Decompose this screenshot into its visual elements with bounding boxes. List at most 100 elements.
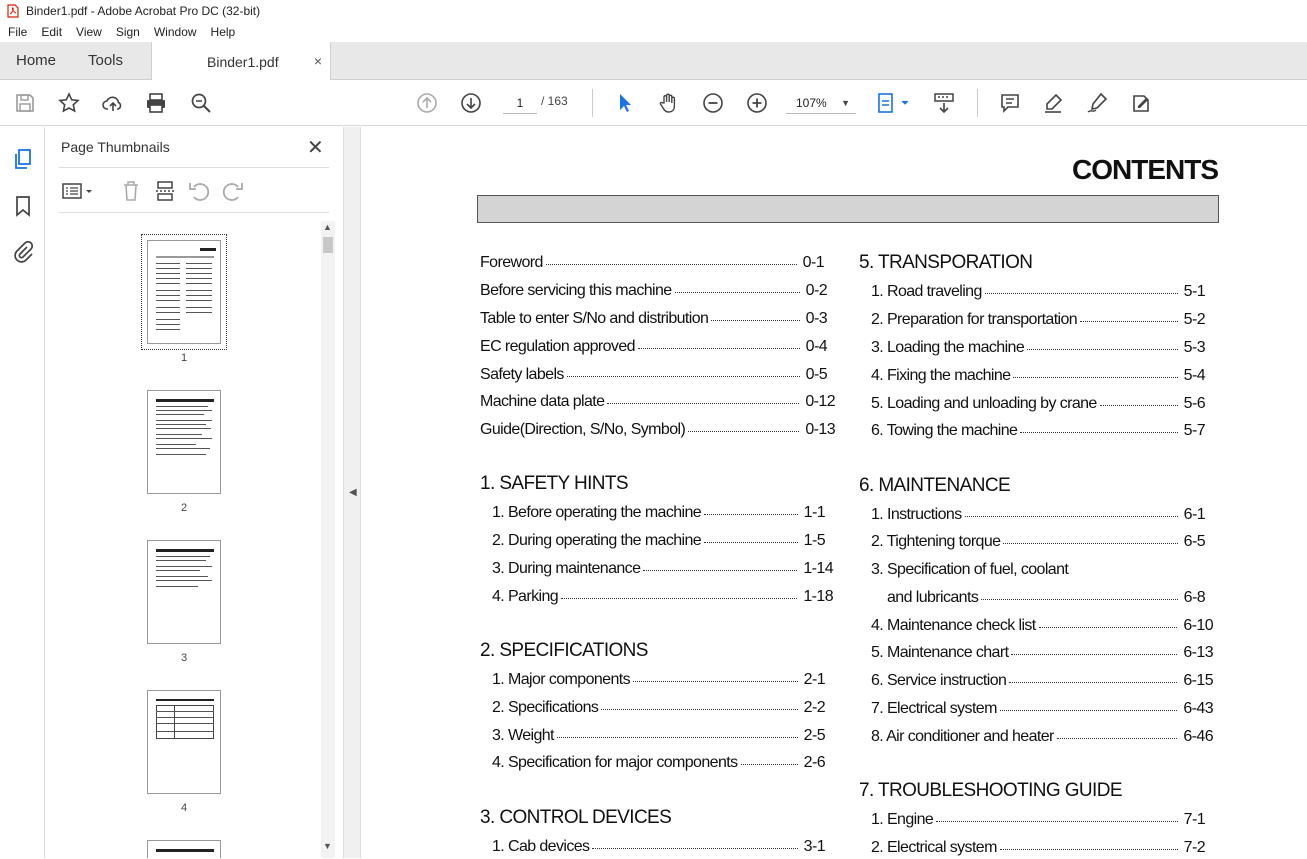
toc-entry[interactable]: and lubricants 6-8 bbox=[887, 587, 1206, 609]
sign-pen-icon[interactable] bbox=[1085, 91, 1109, 115]
scrollbar-thumb[interactable] bbox=[323, 237, 333, 253]
toc-entry[interactable]: 2. Tightening torque 6-5 bbox=[871, 531, 1206, 553]
toc-entry[interactable]: 1. Engine 7-1 bbox=[871, 809, 1206, 831]
toc-entry[interactable]: Foreword 0-1 bbox=[480, 252, 825, 274]
toc-leader bbox=[1009, 670, 1178, 683]
save-icon[interactable] bbox=[13, 91, 37, 115]
scrolling-mode-icon[interactable] bbox=[932, 91, 956, 115]
select-cursor-icon[interactable] bbox=[613, 91, 637, 115]
menu-sign[interactable]: Sign bbox=[108, 25, 146, 39]
toc-entry[interactable]: 3. During maintenance 1-14 bbox=[492, 558, 834, 580]
toc-entry[interactable]: 2. Specifications 2-2 bbox=[492, 697, 826, 719]
toc-entry[interactable]: 1. Before operating the machine 1-1 bbox=[492, 502, 826, 524]
page-thumbnail-1[interactable] bbox=[141, 234, 227, 350]
panel-close-button[interactable]: ✕ bbox=[307, 135, 324, 160]
bookmark-icon[interactable] bbox=[11, 194, 35, 218]
rotate-right-icon[interactable] bbox=[221, 179, 245, 203]
page-thumbnail-4[interactable] bbox=[147, 690, 221, 794]
collapse-panel-icon[interactable]: ◀ bbox=[349, 487, 357, 498]
thumbnail-options-icon[interactable] bbox=[61, 179, 97, 203]
page-thumbnails-icon[interactable] bbox=[11, 147, 35, 171]
toc-entry[interactable]: EC regulation approved 0-4 bbox=[480, 336, 828, 358]
toc-entry[interactable]: 3. Weight 2-5 bbox=[492, 725, 826, 747]
section-heading: 6. MAINTENANCE bbox=[859, 475, 1011, 496]
toc-title: Safety labels bbox=[480, 366, 564, 383]
heading-bar bbox=[477, 195, 1219, 223]
toc-title: 4. Parking bbox=[492, 588, 559, 605]
page-thumbnail-5[interactable] bbox=[147, 840, 221, 858]
toc-entry[interactable]: 2. Preparation for transportation 5-2 bbox=[871, 309, 1206, 331]
toc-leader bbox=[601, 697, 798, 710]
navigation-rail bbox=[0, 127, 45, 858]
scroll-down-icon[interactable]: ▼ bbox=[323, 841, 332, 851]
zoom-level-select[interactable]: 107% ▼ bbox=[786, 92, 856, 114]
toc-leader bbox=[1080, 309, 1178, 322]
tab-close-button[interactable]: × bbox=[314, 53, 322, 69]
zoom-search-icon[interactable] bbox=[189, 91, 213, 115]
toc-entry[interactable]: 4. Specification for major components 2-6 bbox=[492, 752, 826, 774]
rotate-left-icon[interactable] bbox=[187, 179, 211, 203]
toc-entry[interactable]: Machine data plate 0-12 bbox=[480, 391, 836, 413]
menu-file[interactable]: File bbox=[0, 25, 33, 39]
toc-entry[interactable]: 3. Loading the machine 5-3 bbox=[871, 337, 1206, 359]
upload-cloud-icon[interactable] bbox=[101, 91, 125, 115]
toc-entry[interactable]: 2. During operating the machine 1-5 bbox=[492, 530, 826, 552]
toc-entry[interactable]: 7. Electrical system 6-43 bbox=[871, 698, 1214, 720]
thumbnail-scrollbar[interactable]: ▲ ▼ bbox=[321, 221, 335, 858]
fill-sign-icon[interactable] bbox=[1129, 91, 1153, 115]
toc-entry[interactable]: 4. Maintenance check list 6-10 bbox=[871, 615, 1214, 637]
extract-pages-icon[interactable] bbox=[153, 179, 177, 203]
toc-page: 2-6 bbox=[803, 754, 826, 771]
tab-home[interactable]: Home bbox=[16, 42, 56, 80]
zoom-in-icon[interactable] bbox=[745, 91, 769, 115]
page-thumbnail-2[interactable] bbox=[147, 390, 221, 494]
toc-entry[interactable]: 5. Maintenance chart 6-13 bbox=[871, 642, 1214, 664]
tab-document-label: Binder1.pdf bbox=[207, 54, 279, 70]
toc-entry[interactable]: 6. Service instruction 6-15 bbox=[871, 670, 1214, 692]
toc-entry[interactable]: 1. Road traveling 5-1 bbox=[871, 281, 1206, 303]
toc-entry[interactable]: 2. Electrical system 7-2 bbox=[871, 837, 1206, 859]
section-heading: 5. TRANSPORATION bbox=[859, 252, 1033, 273]
toc-entry[interactable]: 6. Towing the machine 5-7 bbox=[871, 420, 1206, 442]
toc-entry[interactable]: 4. Fixing the machine 5-4 bbox=[871, 365, 1206, 387]
scroll-up-icon[interactable]: ▲ bbox=[323, 222, 332, 232]
toc-page: 0-13 bbox=[805, 421, 835, 438]
hand-tool-icon[interactable] bbox=[657, 91, 681, 115]
attachment-paperclip-icon[interactable] bbox=[11, 240, 35, 264]
toc-leader bbox=[592, 836, 798, 849]
toc-entry[interactable]: 1. Instructions 6-1 bbox=[871, 504, 1206, 526]
page-thumbnail-3[interactable] bbox=[147, 540, 221, 644]
toc-entry[interactable]: 8. Air conditioner and heater 6-46 bbox=[871, 726, 1214, 748]
toc-leader bbox=[1038, 615, 1178, 628]
tab-document[interactable]: Binder1.pdf × bbox=[151, 42, 331, 81]
toc-entry[interactable]: Guide(Direction, S/No, Symbol) 0-13 bbox=[480, 419, 836, 441]
menu-edit[interactable]: Edit bbox=[33, 25, 68, 39]
menu-window[interactable]: Window bbox=[146, 25, 203, 39]
menu-help[interactable]: Help bbox=[203, 25, 242, 39]
menu-view[interactable]: View bbox=[68, 25, 108, 39]
toc-page: 6-46 bbox=[1183, 728, 1213, 745]
toc-entry[interactable]: 3. Specification of fuel, coolant bbox=[871, 559, 1205, 581]
panel-splitter[interactable]: ◀ bbox=[343, 127, 361, 858]
toc-entry[interactable]: 1. Cab devices 3-1 bbox=[492, 836, 826, 858]
toc-entry[interactable]: Safety labels 0-5 bbox=[480, 364, 828, 386]
zoom-out-icon[interactable] bbox=[701, 91, 725, 115]
toc-title: Before servicing this machine bbox=[480, 282, 672, 299]
delete-trash-icon[interactable] bbox=[119, 179, 143, 203]
page-fit-icon[interactable] bbox=[876, 91, 912, 115]
page-number-input[interactable]: 1 bbox=[503, 92, 537, 114]
toc-entry[interactable]: 5. Loading and unloading by crane 5-6 bbox=[871, 393, 1206, 415]
toc-entry[interactable]: Table to enter S/No and distribution 0-3 bbox=[480, 308, 828, 330]
next-page-icon[interactable] bbox=[459, 91, 483, 115]
star-icon[interactable] bbox=[57, 91, 81, 115]
toc-title: 7. Electrical system bbox=[871, 700, 997, 717]
print-icon[interactable] bbox=[144, 91, 168, 115]
toc-title: 3. Specification of fuel, coolant bbox=[871, 561, 1069, 578]
toc-entry[interactable]: Before servicing this machine 0-2 bbox=[480, 280, 828, 302]
toc-entry[interactable]: 1. Major components 2-1 bbox=[492, 669, 826, 691]
tab-tools[interactable]: Tools bbox=[88, 42, 123, 80]
highlight-pen-icon[interactable] bbox=[1041, 91, 1065, 115]
previous-page-icon[interactable] bbox=[415, 91, 439, 115]
comment-icon[interactable] bbox=[998, 91, 1022, 115]
toc-entry[interactable]: 4. Parking 1-18 bbox=[492, 586, 834, 608]
